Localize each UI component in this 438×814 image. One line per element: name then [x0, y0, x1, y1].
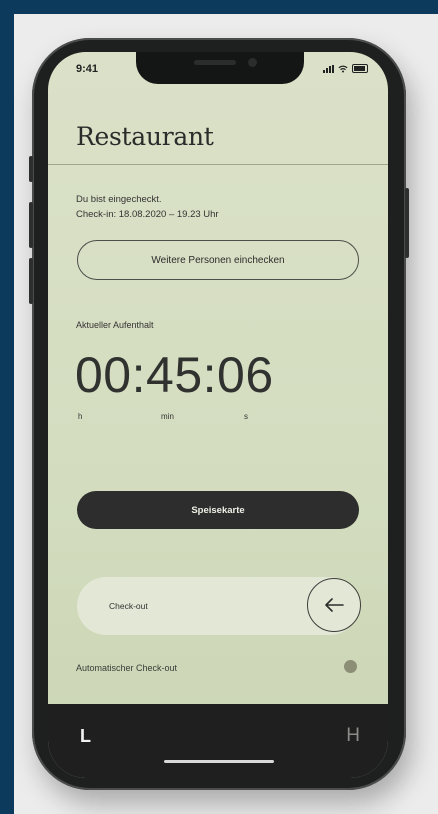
- screen: 9:41 Restaurant Du bist eingecheckt. Che…: [48, 52, 388, 778]
- tab-bar: L H: [48, 704, 388, 778]
- notch: [136, 52, 304, 84]
- timer-unit-hours: h: [78, 412, 83, 421]
- auto-checkout-label: Automatischer Check-out: [76, 663, 178, 673]
- checkin-status: Du bist eingecheckt.: [76, 194, 162, 205]
- mute-switch: [29, 156, 33, 182]
- tab-logo-left[interactable]: L: [80, 726, 91, 747]
- status-time: 9:41: [76, 63, 99, 75]
- stay-label: Aktueller Aufenthalt: [76, 320, 154, 330]
- header-divider: [48, 164, 388, 165]
- battery-icon: [352, 64, 368, 73]
- timer-unit-seconds: s: [244, 412, 248, 421]
- timer-unit-minutes: min: [161, 412, 174, 421]
- auto-checkout-toggle[interactable]: [344, 660, 357, 673]
- volume-down-button: [29, 258, 33, 304]
- page-title: Restaurant: [76, 122, 214, 151]
- checkout-label: Check-out: [109, 601, 148, 611]
- home-indicator: [164, 760, 274, 763]
- add-persons-button[interactable]: Weitere Personen einchecken: [77, 240, 359, 280]
- volume-up-button: [29, 202, 33, 248]
- wifi-icon: [338, 65, 348, 73]
- arrow-left-icon: [325, 598, 344, 612]
- checkout-slider-handle[interactable]: [307, 578, 361, 632]
- stay-timer: 00:45:06: [75, 347, 274, 403]
- status-icons: [323, 64, 368, 73]
- signal-icon: [323, 65, 334, 73]
- tab-logo-right[interactable]: H: [346, 725, 360, 747]
- menu-button[interactable]: Speisekarte: [77, 491, 359, 529]
- checkout-slider[interactable]: Check-out: [77, 577, 361, 635]
- checkin-time: Check-in: 18.08.2020 – 19.23 Uhr: [76, 209, 219, 220]
- power-button: [405, 188, 409, 258]
